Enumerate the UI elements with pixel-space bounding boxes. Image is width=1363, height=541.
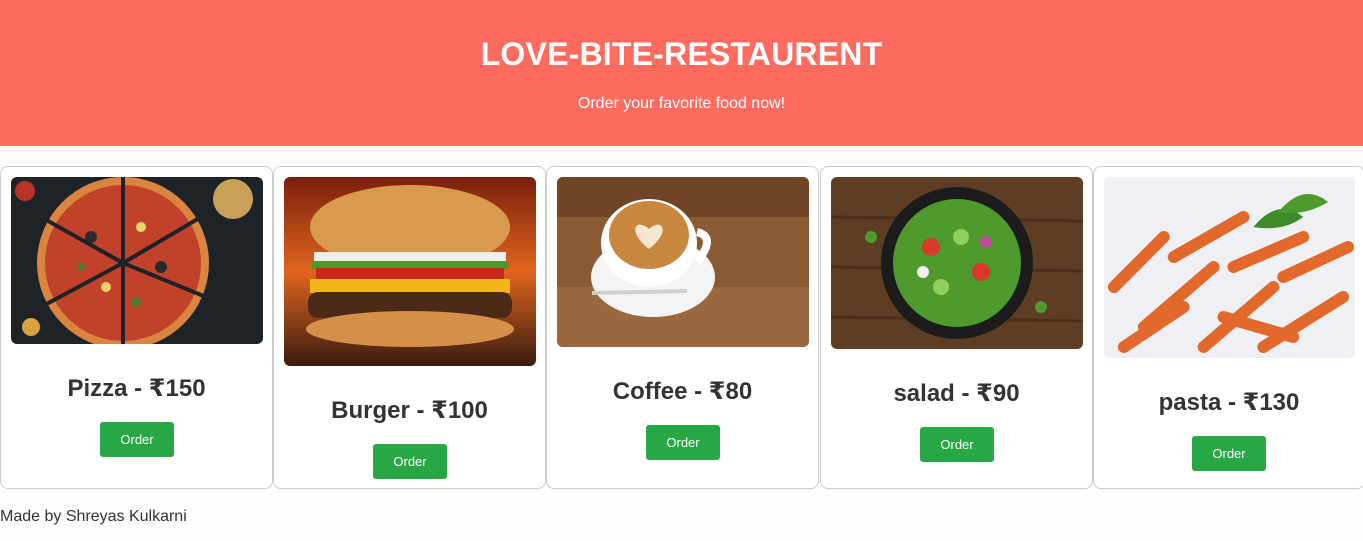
item-name: Coffee - ₹80 — [612, 378, 753, 405]
pizza-image — [11, 177, 263, 344]
burger-image — [284, 177, 536, 366]
menu-card-pasta: pasta - ₹130 Order — [1093, 166, 1363, 489]
order-button-pasta[interactable]: Order — [1192, 436, 1266, 471]
item-name: salad - ₹90 — [893, 380, 1020, 407]
menu-card-burger: Burger - ₹100 Order — [273, 166, 546, 489]
item-name: pasta - ₹130 — [1158, 389, 1300, 416]
order-button-pizza[interactable]: Order — [100, 422, 174, 457]
menu-card-pizza: Pizza - ₹150 Order — [0, 166, 273, 489]
order-button-salad[interactable]: Order — [920, 427, 994, 462]
salad-image — [831, 177, 1083, 349]
order-button-coffee[interactable]: Order — [646, 425, 720, 460]
menu-card-coffee: Coffee - ₹80 Order — [546, 166, 819, 489]
site-title: LOVE-BITE-RESTAURENT — [480, 36, 883, 72]
pasta-image — [1104, 177, 1355, 358]
site-subtitle: Order your favorite food now! — [577, 95, 786, 112]
coffee-image — [557, 177, 809, 347]
site-header: LOVE-BITE-RESTAURENT Order your favorite… — [0, 0, 1363, 146]
footer-credit: Made by Shreyas Kulkarni — [0, 508, 187, 525]
item-name: Pizza - ₹150 — [67, 375, 206, 402]
item-name: Burger - ₹100 — [331, 397, 488, 424]
order-button-burger[interactable]: Order — [373, 444, 447, 479]
menu-card-salad: salad - ₹90 Order — [820, 166, 1093, 489]
